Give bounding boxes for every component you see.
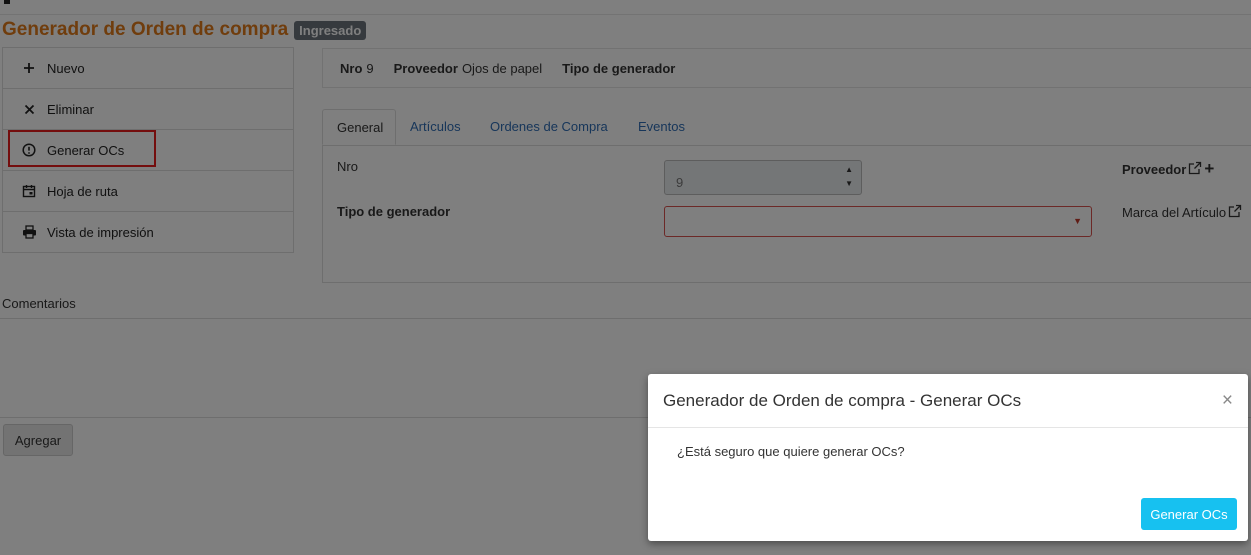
dialog-header: Generador de Orden de compra - Generar O…	[648, 374, 1248, 428]
close-icon[interactable]: ×	[1222, 390, 1233, 412]
confirm-dialog: Generador de Orden de compra - Generar O…	[648, 374, 1248, 541]
dialog-title: Generador de Orden de compra - Generar O…	[663, 391, 1022, 410]
dialog-message: ¿Está seguro que quiere generar OCs?	[677, 444, 905, 459]
generar-ocs-confirm-button[interactable]: Generar OCs	[1141, 498, 1237, 530]
